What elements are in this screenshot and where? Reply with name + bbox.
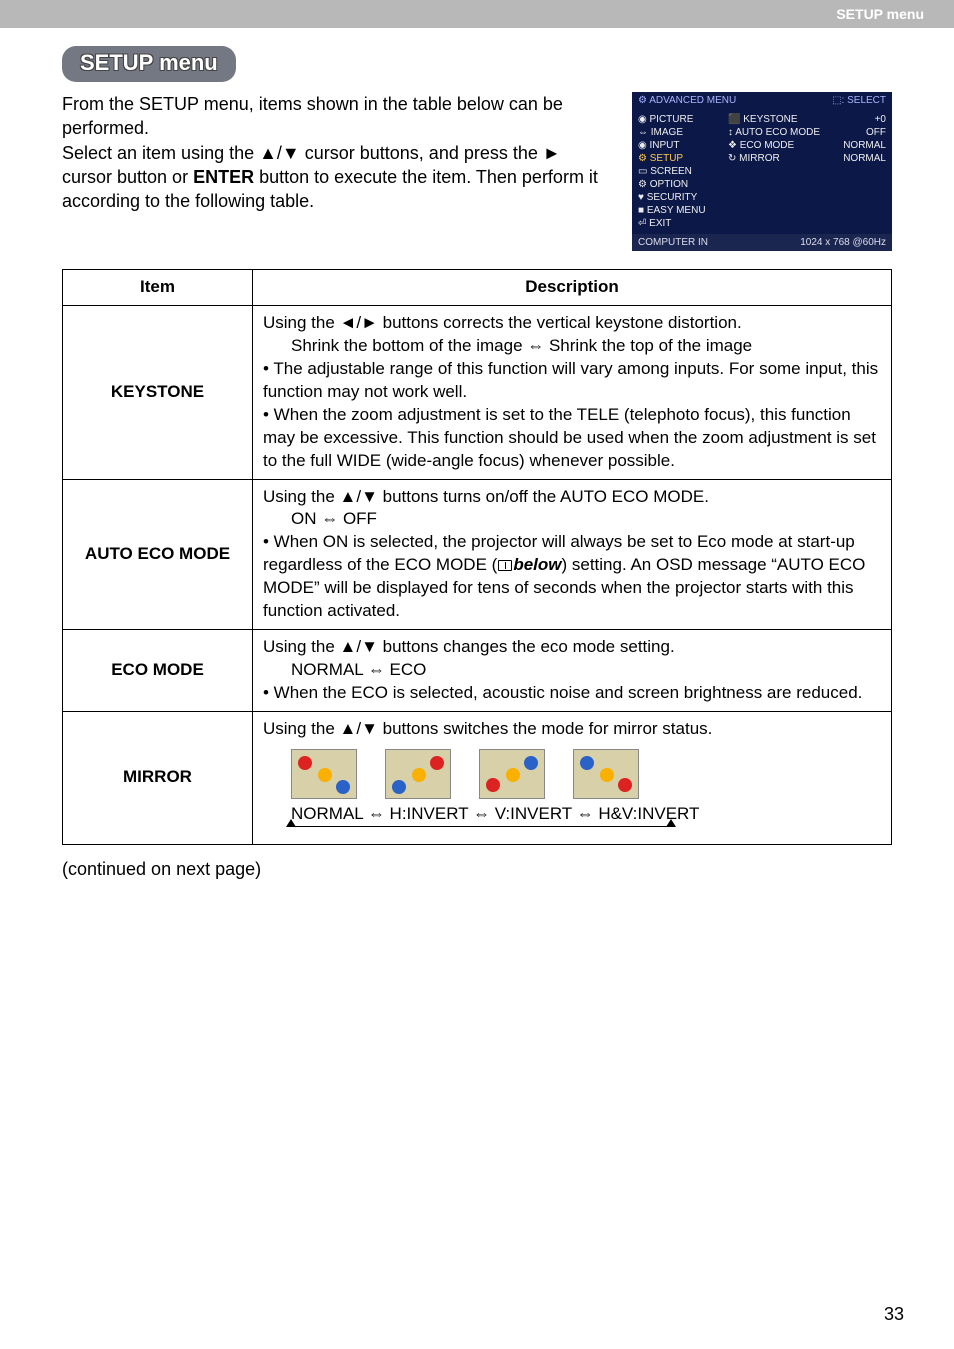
osd-left-item-selected: ⚙ SETUP xyxy=(638,152,722,165)
desc-bullets: • When the ECO is selected, acoustic noi… xyxy=(263,682,881,705)
osd-top-right: ⬚: SELECT xyxy=(832,95,886,106)
desc-line: NORMAL ⇔ ECO xyxy=(291,659,881,682)
desc-line: Shrink the bottom of the image ⇔ Shrink … xyxy=(291,335,881,358)
desc-eco-mode: Using the ▲/▼ buttons changes the eco mo… xyxy=(253,630,892,712)
table-row: KEYSTONE Using the ◄/► buttons corrects … xyxy=(63,305,892,479)
osd-right-label: ⬛ KEYSTONE xyxy=(728,114,798,125)
mirror-thumbnails xyxy=(291,749,881,799)
osd-left-item: ■ EASY MENU xyxy=(638,204,722,217)
header-band: SETUP menu xyxy=(0,0,954,28)
table-row: AUTO ECO MODE Using the ▲/▼ buttons turn… xyxy=(63,479,892,630)
osd-right-value: NORMAL xyxy=(843,140,886,151)
osd-right-label: ❖ ECO MODE xyxy=(728,140,794,151)
continued-note: (continued on next page) xyxy=(62,859,892,880)
book-icon xyxy=(498,560,512,571)
loop-arrow-icon xyxy=(291,826,671,838)
osd-left-item: ⏎ EXIT xyxy=(638,217,722,230)
section-title: SETUP menu xyxy=(62,46,236,82)
osd-right-value: OFF xyxy=(866,127,886,138)
osd-menu-screenshot: ⚙ ADVANCED MENU ⬚: SELECT ◉ PICTURE ⇔ IM… xyxy=(632,92,892,251)
osd-left-item: ♥ SECURITY xyxy=(638,191,722,204)
header-right-label: SETUP menu xyxy=(836,6,924,22)
table-row: MIRROR Using the ▲/▼ buttons switches th… xyxy=(63,711,892,844)
osd-right-list: ⬛ KEYSTONE +0 ↕ AUTO ECO MODE OFF ❖ ECO MO… xyxy=(722,109,892,234)
desc-keystone: Using the ◄/► buttons corrects the verti… xyxy=(253,305,892,479)
page-number: 33 xyxy=(884,1304,904,1325)
osd-right-value: NORMAL xyxy=(843,153,886,164)
osd-right-label: ↕ AUTO ECO MODE xyxy=(728,127,820,138)
table-head-item: Item xyxy=(63,270,253,306)
desc-line: Using the ◄/► buttons corrects the verti… xyxy=(263,312,881,335)
desc-line: Using the ▲/▼ buttons turns on/off the A… xyxy=(263,486,881,509)
osd-top-left: ⚙ ADVANCED MENU xyxy=(638,95,736,106)
desc-bullets: • When ON is selected, the projector wil… xyxy=(263,531,881,623)
osd-bottom-left: COMPUTER IN xyxy=(638,237,708,248)
mirror-options-line: NORMAL ⇔ H:INVERT ⇔ V:INVERT ⇔ H&V:INVER… xyxy=(291,803,881,826)
item-auto-eco: AUTO ECO MODE xyxy=(63,479,253,630)
desc-mirror: Using the ▲/▼ buttons switches the mode … xyxy=(253,711,892,844)
item-eco-mode: ECO MODE xyxy=(63,630,253,712)
desc-line: Using the ▲/▼ buttons changes the eco mo… xyxy=(263,636,881,659)
desc-auto-eco: Using the ▲/▼ buttons turns on/off the A… xyxy=(253,479,892,630)
desc-bullets: • The adjustable range of this function … xyxy=(263,358,881,473)
item-keystone: KEYSTONE xyxy=(63,305,253,479)
table-head-desc: Description xyxy=(253,270,892,306)
mirror-hinvert-icon xyxy=(385,749,451,799)
mirror-vinvert-icon xyxy=(479,749,545,799)
desc-line: ON ⇔ OFF xyxy=(291,508,881,531)
desc-ref: below xyxy=(513,555,561,574)
table-row: ECO MODE Using the ▲/▼ buttons changes t… xyxy=(63,630,892,712)
mirror-hvinvert-icon xyxy=(573,749,639,799)
osd-left-item: ⚙ OPTION xyxy=(638,178,722,191)
item-mirror: MIRROR xyxy=(63,711,253,844)
osd-left-item: ◉ PICTURE xyxy=(638,113,722,126)
intro-paragraph: From the SETUP menu, items shown in the … xyxy=(62,92,612,213)
osd-left-list: ◉ PICTURE ⇔ IMAGE ◉ INPUT ⚙ SETUP ▭ SCRE… xyxy=(632,109,722,234)
osd-left-item: ▭ SCREEN xyxy=(638,165,722,178)
osd-right-label: ↻ MIRROR xyxy=(728,153,780,164)
osd-left-item: ◉ INPUT xyxy=(638,139,722,152)
desc-line: Using the ▲/▼ buttons switches the mode … xyxy=(263,718,881,741)
mirror-normal-icon xyxy=(291,749,357,799)
osd-bottom-right: 1024 x 768 @60Hz xyxy=(800,237,886,248)
osd-left-item: ⇔ IMAGE xyxy=(638,126,722,139)
description-table: Item Description KEYSTONE Using the ◄/► … xyxy=(62,269,892,845)
osd-right-value: +0 xyxy=(875,114,886,125)
